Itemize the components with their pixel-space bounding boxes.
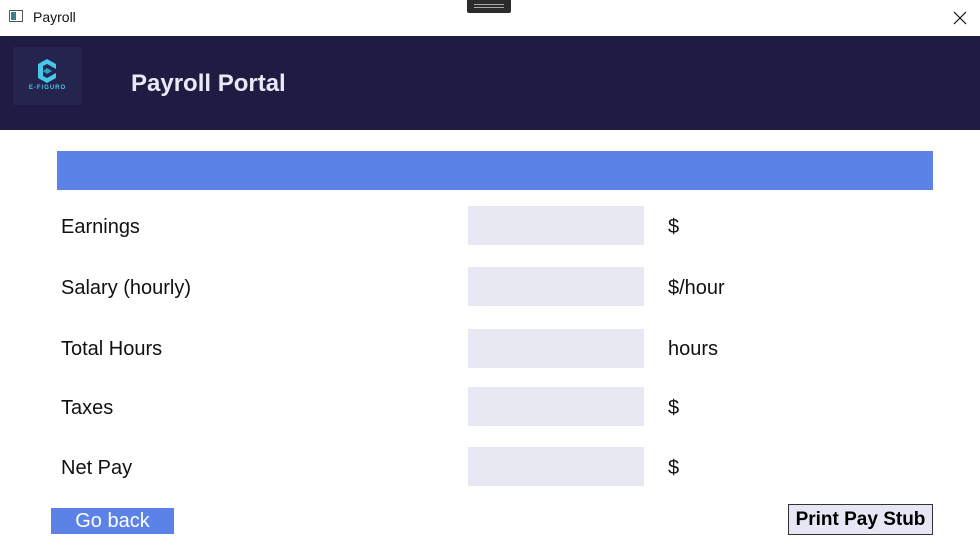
salary-field[interactable] (468, 267, 644, 306)
net-pay-field[interactable] (468, 447, 644, 486)
taxes-field[interactable] (468, 387, 644, 426)
app-header: E-FIGURO Payroll Portal (0, 36, 980, 130)
total-hours-label: Total Hours (61, 338, 163, 360)
logo-text: E-FIGURO (28, 85, 67, 91)
drag-handle[interactable] (467, 0, 511, 13)
earnings-label: Earnings (61, 216, 140, 238)
net-pay-label: Net Pay (61, 457, 133, 479)
window-titlebar[interactable]: Payroll (0, 0, 980, 36)
net-pay-unit: $ (668, 457, 680, 479)
total-hours-field[interactable] (468, 329, 644, 368)
go-back-button[interactable]: Go back (51, 508, 174, 534)
e-logo-icon (38, 59, 56, 83)
salary-label: Salary (hourly) (61, 277, 192, 299)
company-logo: E-FIGURO (13, 47, 82, 105)
close-button[interactable] (940, 0, 980, 36)
earnings-field[interactable] (468, 206, 644, 245)
page-title: Payroll Portal (131, 70, 286, 97)
close-icon (953, 11, 967, 25)
taxes-label: Taxes (61, 397, 114, 419)
salary-unit: $/hour (668, 277, 725, 299)
total-hours-unit: hours (668, 338, 719, 360)
window-title: Payroll (33, 9, 76, 25)
section-banner (57, 151, 933, 190)
earnings-unit: $ (668, 216, 680, 238)
app-window-icon (9, 10, 23, 22)
print-pay-stub-button[interactable]: Print Pay Stub (788, 504, 933, 535)
taxes-unit: $ (668, 397, 680, 419)
